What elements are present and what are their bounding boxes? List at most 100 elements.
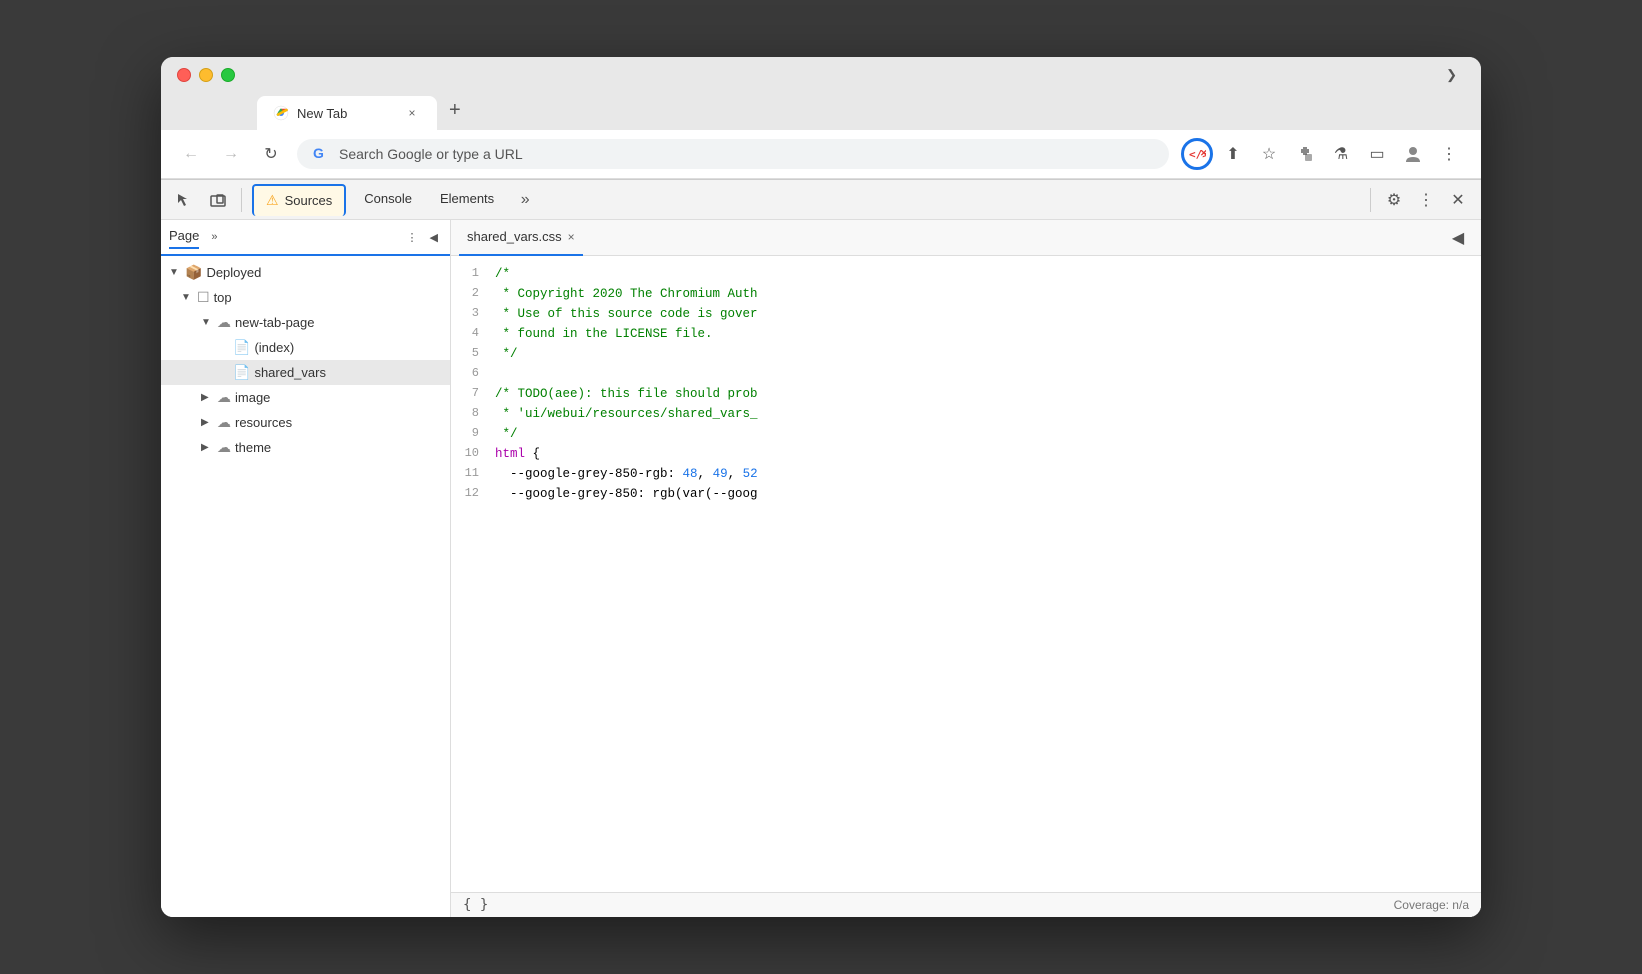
top-label: top (214, 290, 232, 305)
flask-button[interactable]: ⚗ (1325, 138, 1357, 170)
chrome-icon (273, 105, 289, 121)
code-line-2: 2 * Copyright 2020 The Chromium Auth (451, 284, 1481, 304)
panel-collapse-btn[interactable]: ◀ (426, 229, 442, 246)
tree-item-resources[interactable]: ▶ ☁ resources (161, 410, 450, 435)
traffic-lights (177, 68, 235, 82)
tab-list-chevron[interactable]: ❯ (1446, 67, 1457, 83)
line-num-7: 7 (451, 384, 491, 404)
share-button[interactable]: ⬆ (1217, 138, 1249, 170)
devtools-toolbar: ⚠ Sources Console Elements » ⚙ ⋮ ✕ (161, 180, 1481, 220)
sources-tab-label: Sources (285, 193, 333, 208)
panel-menu-btn[interactable]: ⋮ (403, 229, 422, 246)
file-panel: Page » ⋮ ◀ ▼ 📦 Deployed (161, 220, 451, 917)
image-label: image (235, 390, 270, 405)
line-content-12: --google-grey-850: rgb(var(--goog (491, 484, 1481, 504)
code-filename-close-btn[interactable]: × (568, 230, 575, 244)
shared-vars-label: shared_vars (254, 365, 326, 380)
code-panel-collapse-btn[interactable]: ◀ (1443, 223, 1473, 253)
format-button[interactable]: { } (463, 897, 488, 913)
line-content-5: */ (491, 344, 1481, 364)
close-button[interactable] (177, 68, 191, 82)
device-icon (209, 191, 227, 209)
ntp-label: new-tab-page (235, 315, 315, 330)
tab-sources[interactable]: ⚠ Sources (252, 184, 346, 216)
line-content-7: /* TODO(aee): this file should prob (491, 384, 1481, 404)
top-folder-icon: ☐ (197, 289, 210, 306)
settings-button[interactable]: ⚙ (1379, 185, 1409, 215)
line-num-10: 10 (451, 444, 491, 464)
expand-deployed-icon: ▼ (169, 267, 181, 278)
line-num-12: 12 (451, 484, 491, 504)
new-tab-button[interactable]: + (437, 91, 473, 130)
line-content-4: * found in the LICENSE file. (491, 324, 1481, 344)
ntp-cloud-icon: ☁ (217, 314, 231, 331)
code-footer: { } Coverage: n/a (451, 892, 1481, 917)
line-num-4: 4 (451, 324, 491, 344)
expand-ntp-icon: ▼ (201, 317, 213, 328)
devtools-right-buttons: ⚙ ⋮ ✕ (1379, 185, 1473, 215)
refresh-button[interactable]: ↻ (257, 140, 285, 168)
file-panel-actions: ⋮ ◀ (403, 229, 442, 246)
tree-item-shared-vars[interactable]: ▶ 📄 shared_vars (161, 360, 450, 385)
tree-item-index[interactable]: ▶ 📄 (index) (161, 335, 450, 360)
devtools-close-button[interactable]: ✕ (1443, 185, 1473, 215)
expand-top-icon: ▼ (181, 292, 193, 303)
tree-item-top[interactable]: ▼ ☐ top (161, 285, 450, 310)
line-content-8: * 'ui/webui/resources/shared_vars_ (491, 404, 1481, 424)
profile-button[interactable] (1397, 138, 1429, 170)
svg-text:✕: ✕ (1200, 148, 1206, 158)
tree-item-theme[interactable]: ▶ ☁ theme (161, 435, 450, 460)
expand-resources-icon: ▶ (201, 417, 213, 428)
devtools-menu-button[interactable]: ⋮ (1411, 185, 1441, 215)
back-button[interactable]: ← (177, 140, 205, 168)
toolbar-separator-2 (1370, 188, 1371, 212)
device-toolbar-button[interactable] (203, 185, 233, 215)
index-label: (index) (254, 340, 294, 355)
devtools-toggle-button[interactable]: </> ✕ (1181, 138, 1213, 170)
forward-button[interactable]: → (217, 140, 245, 168)
extensions-icon (1296, 145, 1314, 163)
more-tabs-button[interactable]: » (510, 185, 540, 215)
file-panel-more: » (207, 229, 221, 245)
tree-item-deployed[interactable]: ▼ 📦 Deployed (161, 260, 450, 285)
traffic-lights-row: ❯ (177, 67, 1465, 83)
line-content-6 (491, 364, 1481, 384)
search-bar[interactable]: G Search Google or type a URL (297, 139, 1169, 169)
tree-item-image[interactable]: ▶ ☁ image (161, 385, 450, 410)
address-bar: ← → ↻ G Search Google or type a URL </> … (161, 130, 1481, 179)
index-file-icon: 📄 (233, 339, 250, 356)
code-panel: shared_vars.css × ◀ 1 /* 2 (451, 220, 1481, 917)
code-filename-tab[interactable]: shared_vars.css × (459, 220, 583, 256)
code-filename-text: shared_vars.css (467, 229, 562, 244)
file-panel-title: Page (169, 228, 199, 249)
browser-window: ❯ New Tab × + ← → ↻ G (161, 57, 1481, 917)
image-cloud-icon: ☁ (217, 389, 231, 406)
bookmark-button[interactable]: ☆ (1253, 138, 1285, 170)
active-tab[interactable]: New Tab × (257, 96, 437, 130)
code-line-5: 5 */ (451, 344, 1481, 364)
toolbar-separator-1 (241, 188, 242, 212)
expand-image-icon: ▶ (201, 392, 213, 403)
profile-icon (1403, 144, 1423, 164)
tab-close-btn[interactable]: × (403, 104, 421, 122)
line-num-11: 11 (451, 464, 491, 484)
tab-elements[interactable]: Elements (428, 180, 506, 220)
tab-console[interactable]: Console (352, 180, 424, 220)
deployed-label: Deployed (206, 265, 261, 280)
panel-more-tabs[interactable]: » (207, 229, 221, 245)
deployed-icon: 📦 (185, 264, 202, 281)
devtools-icon: </> ✕ (1188, 145, 1206, 163)
minimize-button[interactable] (199, 68, 213, 82)
line-content-1: /* (491, 264, 1481, 284)
resources-cloud-icon: ☁ (217, 414, 231, 431)
line-content-10: html { (491, 444, 1481, 464)
inspect-element-button[interactable] (169, 185, 199, 215)
console-tab-label: Console (364, 191, 412, 206)
maximize-button[interactable] (221, 68, 235, 82)
devtools-panel: ⚠ Sources Console Elements » ⚙ ⋮ ✕ (161, 179, 1481, 917)
devtools-body: Page » ⋮ ◀ ▼ 📦 Deployed (161, 220, 1481, 917)
browser-menu-button[interactable]: ⋮ (1433, 138, 1465, 170)
tree-item-new-tab-page[interactable]: ▼ ☁ new-tab-page (161, 310, 450, 335)
sidebar-button[interactable]: ▭ (1361, 138, 1393, 170)
extensions-button[interactable] (1289, 138, 1321, 170)
